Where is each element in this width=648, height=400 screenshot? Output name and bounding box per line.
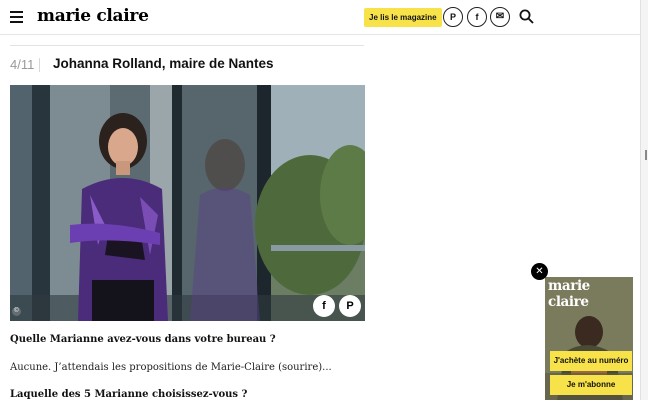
question-1: Quelle Marianne avez-vous dans votre bur… [10, 334, 276, 345]
slide-photo [10, 85, 365, 321]
cover-title: marie claire [548, 278, 590, 310]
divider [10, 45, 364, 46]
copyright-icon[interactable]: © [12, 307, 21, 316]
hamburger-menu-icon[interactable] [10, 11, 23, 23]
email-icon[interactable]: ✉ [490, 7, 510, 27]
read-magazine-button[interactable]: Je lis le magazine [364, 8, 442, 27]
buy-issue-button[interactable]: J'achète au numéro [550, 351, 632, 371]
search-icon[interactable] [519, 9, 534, 24]
top-navigation-bar: marie claire Je lis le magazine P f ✉ [0, 0, 640, 35]
question-2: Laquelle des 5 Marianne choisissez-vous … [10, 389, 248, 400]
subscribe-button[interactable]: Je m'abonne [550, 375, 632, 395]
site-logo[interactable]: marie claire [37, 6, 149, 26]
slide-counter: 4/11 [10, 57, 35, 72]
counter-divider [39, 58, 40, 72]
scrollbar-thumb[interactable] [645, 150, 647, 160]
facebook-icon[interactable]: f [467, 7, 487, 27]
answer-1: Aucune. J’attendais les propositions de … [10, 362, 332, 373]
share-pinterest-icon[interactable]: P [339, 295, 361, 317]
pinterest-icon[interactable]: P [443, 7, 463, 27]
close-icon[interactable]: ✕ [531, 263, 548, 280]
scrollbar[interactable] [640, 0, 648, 400]
share-facebook-icon[interactable]: f [313, 295, 335, 317]
slide-title: Johanna Rolland, maire de Nantes [53, 56, 274, 71]
